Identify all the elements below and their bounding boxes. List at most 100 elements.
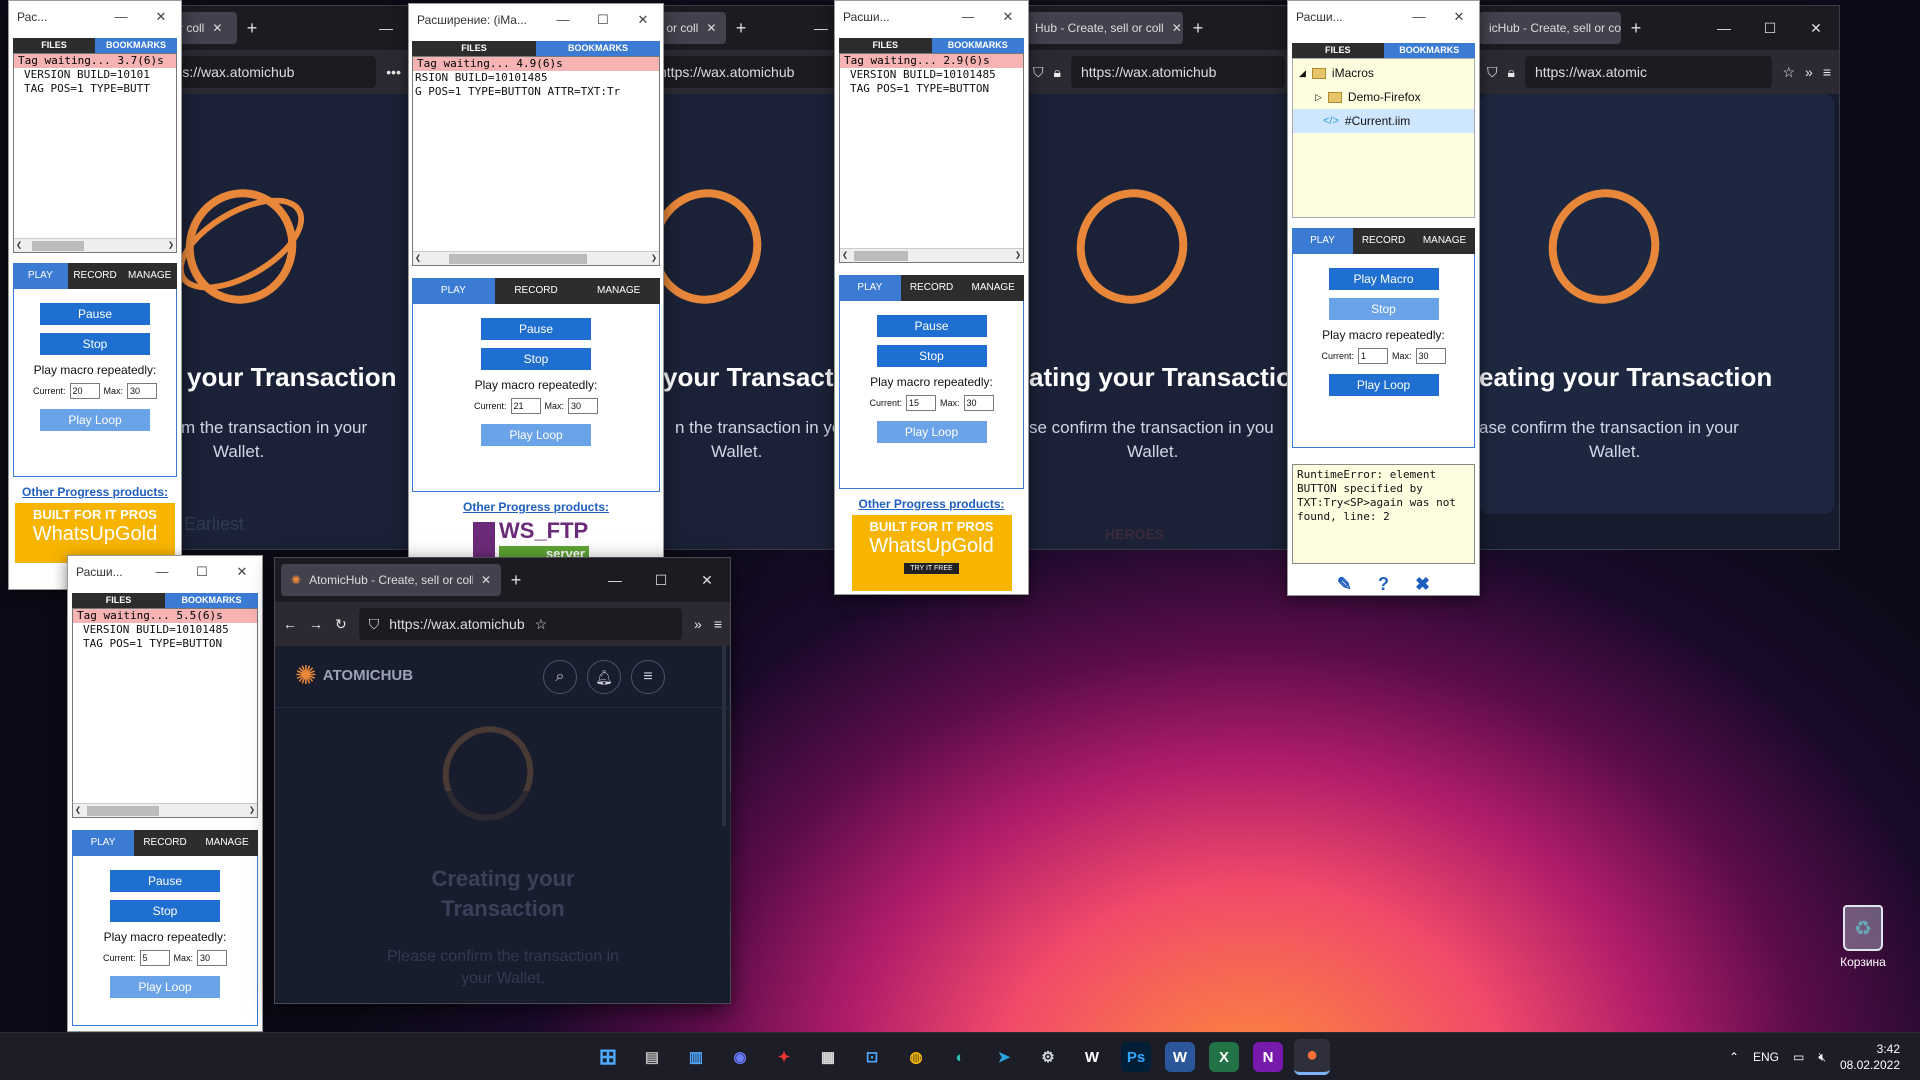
macro-editor[interactable]: Tag waiting... 4.9(6)s RSION BUILD=10101… [412,56,660,266]
max-input[interactable]: 30 [127,383,158,399]
tab-bookmarks[interactable]: BOOKMARKS [95,38,177,53]
current-input[interactable]: 15 [906,395,936,411]
tab-record[interactable]: RECORD [134,830,196,856]
reload-icon[interactable]: ↻ [335,616,347,633]
macro-editor[interactable]: Tag waiting... 3.7(6)s VERSION BUILD=101… [13,53,177,253]
edit-icon[interactable]: ✎ [1337,574,1352,595]
max-input[interactable]: 30 [197,950,228,966]
tab-manage[interactable]: MANAGE [577,278,660,304]
maximize-icon[interactable]: ☐ [638,572,684,589]
close-icon[interactable]: ✕ [706,21,716,35]
snap-layouts-icon[interactable]: ▥ [678,1039,714,1075]
network-icon[interactable]: ▭ [1793,1050,1804,1064]
current-input[interactable]: 5 [139,950,170,966]
bookmark-star-icon[interactable]: ☆ [535,616,548,633]
menu-icon[interactable]: ≡ [714,616,722,632]
tab-record[interactable]: RECORD [495,278,578,304]
other-products-link[interactable]: Other Progress products: [13,485,177,499]
new-tab-icon[interactable]: + [1183,18,1213,39]
clock[interactable]: 3:42 08.02.2022 [1840,1041,1900,1073]
language-indicator[interactable]: ENG [1753,1050,1779,1064]
collapse-icon[interactable]: ◢ [1299,68,1306,79]
word-icon[interactable]: W [1165,1042,1195,1072]
pause-button[interactable]: Pause [40,303,150,325]
tab-manage[interactable]: MANAGE [962,275,1024,301]
browser-tab[interactable]: icHub - Create, sell or coll✕ [1479,12,1621,44]
tab-files[interactable]: FILES [13,38,95,53]
macro-editor[interactable]: Tag waiting... 2.9(6)s VERSION BUILD=101… [839,53,1024,263]
volume-icon[interactable]: 🔇︎ [1818,1050,1826,1065]
horizontal-scrollbar[interactable]: ❮ ❯ [840,248,1023,262]
bell-icon[interactable]: 🔔︎ [587,660,621,694]
chevron-up-icon[interactable]: ⌃ [1729,1050,1739,1064]
minimize-icon[interactable]: — [1399,9,1439,25]
max-input[interactable]: 30 [963,395,994,411]
stop-button[interactable]: Stop [40,333,150,355]
windows-start-icon[interactable]: ⊞ [590,1039,626,1075]
minimize-icon[interactable]: — [142,564,182,580]
help-icon[interactable]: ? [1378,574,1389,595]
tab-play[interactable]: PLAY [412,278,495,304]
tab-bookmarks[interactable]: BOOKMARKS [1383,43,1475,58]
bookmark-star-icon[interactable]: ☆ [1782,64,1795,81]
current-input[interactable]: 20 [69,383,100,399]
shield-icon[interactable]: ⛉ [1033,64,1044,81]
stop-button[interactable]: Stop [110,900,220,922]
forward-icon[interactable]: → [309,616,323,632]
back-icon[interactable]: ← [283,616,297,632]
close-window-icon[interactable]: ✕ [1439,9,1479,25]
minimize-icon[interactable]: — [101,9,141,25]
minimize-icon[interactable]: — [948,9,988,25]
current-input[interactable]: 1 [1358,348,1388,364]
url-bar[interactable]: https://wax.atomichub [149,56,377,88]
edge-icon[interactable]: ◐ [942,1039,978,1075]
horizontal-scrollbar[interactable]: ❮ ❯ [413,251,659,265]
more-icon[interactable]: ••• [386,64,401,80]
telegram-icon[interactable]: ➤ [986,1039,1022,1075]
tab-record[interactable]: RECORD [901,275,963,301]
recycle-bin[interactable]: ♻ Корзина [1828,905,1898,969]
tab-manage[interactable]: MANAGE [1414,228,1475,254]
photoshop-icon[interactable]: Ps [1121,1042,1151,1072]
browser-tab[interactable]: ✺ AtomicHub - Create, sell or coll ✕ [281,564,501,596]
whatsupgold-ad[interactable]: BUILT FOR IT PROS WhatsUpGold TRY IT FREE [851,515,1012,591]
tab-record[interactable]: RECORD [68,263,123,289]
pause-button[interactable]: Pause [110,870,220,892]
whatsupgold-ad[interactable]: BUILT FOR IT PROS WhatsUpGold [15,503,175,563]
menu-icon[interactable]: ≡ [1823,64,1831,80]
other-products-link[interactable]: Other Progress products: [412,500,660,514]
horizontal-scrollbar[interactable]: ❮ ❯ [73,803,257,817]
tab-play[interactable]: PLAY [72,830,134,856]
play-loop-button[interactable]: Play Loop [876,421,987,443]
play-loop-button[interactable]: Play Loop [481,424,591,446]
close-window-icon[interactable]: ✕ [222,564,262,580]
stop-button[interactable]: Stop [876,345,987,367]
close-icon[interactable]: ✕ [1172,21,1182,35]
wps-icon[interactable]: W [1074,1039,1110,1075]
tab-files[interactable]: FILES [412,41,536,56]
other-products-link[interactable]: Other Progress products: [839,497,1024,511]
minimize-icon[interactable]: — [1701,20,1747,37]
chrome-icon[interactable]: ◍ [898,1039,934,1075]
close-window-icon[interactable]: ✕ [1793,20,1839,37]
tab-files[interactable]: FILES [839,38,932,53]
close-window-icon[interactable]: ✕ [988,9,1028,25]
tree-item-demo[interactable]: ▷ Demo-Firefox [1293,85,1474,109]
horizontal-scrollbar[interactable]: ❮ ❯ [14,238,176,252]
error-message[interactable]: RuntimeError: element BUTTON specified b… [1292,464,1475,564]
onenote-icon[interactable]: N [1253,1042,1283,1072]
stop-button[interactable]: Stop [481,348,591,370]
play-loop-button[interactable]: Play Loop [110,976,220,998]
new-tab-icon[interactable]: + [1621,18,1651,39]
new-tab-icon[interactable]: + [726,18,756,39]
tab-bookmarks[interactable]: BOOKMARKS [165,593,258,608]
stop-button[interactable]: Stop [1328,298,1439,320]
browser-tab[interactable]: Hub - Create, sell or coll ✕ [1025,12,1183,44]
close-window-icon[interactable]: ✕ [684,572,730,589]
tab-bookmarks[interactable]: BOOKMARKS [536,41,660,56]
excel-icon[interactable]: X [1209,1042,1239,1072]
store-icon[interactable]: ⊡ [854,1039,890,1075]
tab-play[interactable]: PLAY [839,275,901,301]
expand-icon[interactable]: ▷ [1315,92,1322,103]
maximize-icon[interactable]: ☐ [583,12,623,28]
